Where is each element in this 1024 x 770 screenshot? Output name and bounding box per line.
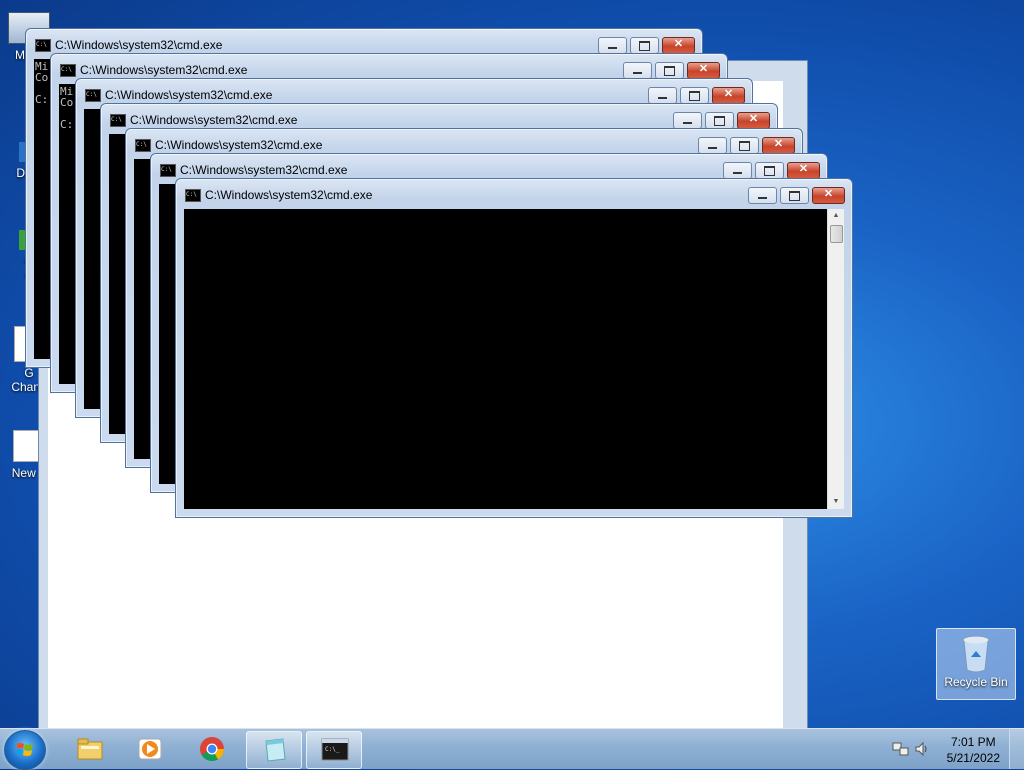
cmd-window-title: C:\Windows\system32\cmd.exe: [130, 113, 298, 127]
scroll-thumb[interactable]: [830, 225, 843, 243]
cmd-window-title: C:\Windows\system32\cmd.exe: [155, 138, 323, 152]
close-button[interactable]: [737, 112, 770, 129]
close-button[interactable]: [687, 62, 720, 79]
volume-icon[interactable]: [914, 741, 930, 757]
cmd-window-title: C:\Windows\system32\cmd.exe: [180, 163, 348, 177]
scroll-down-icon[interactable]: ▼: [828, 495, 844, 509]
system-tray: 7:01 PM 5/21/2022: [884, 729, 1024, 769]
cmd-window-icon: C:\: [35, 39, 51, 52]
clock[interactable]: 7:01 PM 5/21/2022: [947, 734, 1000, 766]
show-desktop-button[interactable]: [1009, 729, 1024, 769]
cmd-window-icon: C:\: [160, 164, 176, 177]
clock-date: 5/21/2022: [946, 751, 1000, 765]
cmd-window-icon: C:\: [60, 64, 76, 77]
cmd-window-title: C:\Windows\system32\cmd.exe: [105, 88, 273, 102]
maximize-button[interactable]: [705, 112, 734, 129]
cmd-window-icon: C:\: [185, 189, 201, 202]
taskbar-media-player[interactable]: [122, 731, 176, 767]
taskbar-command-prompt[interactable]: C:\_: [306, 731, 362, 769]
notepad-icon: [265, 738, 286, 762]
maximize-button[interactable]: [755, 162, 784, 179]
cmd-titlebar[interactable]: C:\ C:\Windows\system32\cmd.exe: [26, 29, 702, 54]
cmd-icon: C:\_: [321, 738, 349, 761]
maximize-button[interactable]: [680, 87, 709, 104]
cmd-titlebar[interactable]: C:\ C:\Windows\system32\cmd.exe: [151, 154, 827, 179]
chrome-icon: [200, 737, 224, 762]
close-button[interactable]: [787, 162, 820, 179]
cmd-window-title: C:\Windows\system32\cmd.exe: [55, 38, 223, 52]
maximize-button[interactable]: [730, 137, 759, 154]
close-button[interactable]: [662, 37, 695, 54]
folder-icon: [77, 738, 103, 760]
minimize-button[interactable]: [723, 162, 752, 179]
minimize-button[interactable]: [598, 37, 627, 54]
cmd-window-title: C:\Windows\system32\cmd.exe: [205, 188, 373, 202]
media-player-icon: [138, 738, 162, 760]
windows-logo-icon: [16, 743, 33, 756]
cmd-window-icon: C:\: [85, 89, 101, 102]
scroll-up-icon[interactable]: ▲: [828, 209, 844, 223]
cmd-window[interactable]: C:\C:\Windows\system32\cmd.exe▲▼: [175, 178, 853, 518]
recycle-bin[interactable]: Recycle Bin: [936, 628, 1016, 700]
maximize-button[interactable]: [780, 187, 809, 204]
maximize-button[interactable]: [655, 62, 684, 79]
close-button[interactable]: [812, 187, 845, 204]
minimize-button[interactable]: [648, 87, 677, 104]
close-button[interactable]: [762, 137, 795, 154]
taskbar-chrome[interactable]: [184, 731, 238, 767]
cmd-window-icon: C:\: [135, 139, 151, 152]
taskbar-notepad[interactable]: [246, 731, 302, 769]
start-button[interactable]: [4, 730, 46, 770]
recycle-bin-label: Recycle Bin: [944, 675, 1008, 689]
taskbar-file-explorer[interactable]: [62, 731, 116, 767]
close-button[interactable]: [712, 87, 745, 104]
vertical-scrollbar[interactable]: ▲▼: [827, 209, 844, 509]
cmd-titlebar[interactable]: C:\ C:\Windows\system32\cmd.exe: [76, 79, 752, 104]
network-icon[interactable]: [892, 741, 910, 757]
cmd-titlebar[interactable]: C:\ C:\Windows\system32\cmd.exe: [101, 104, 777, 129]
minimize-button[interactable]: [698, 137, 727, 154]
console-output[interactable]: [184, 209, 828, 509]
svg-text:C:\_: C:\_: [325, 746, 340, 753]
cmd-titlebar[interactable]: C:\ C:\Windows\system32\cmd.exe: [126, 129, 802, 154]
clock-time: 7:01 PM: [950, 735, 996, 749]
minimize-button[interactable]: [623, 62, 652, 79]
maximize-button[interactable]: [630, 37, 659, 54]
cmd-window-icon: C:\: [110, 114, 126, 127]
recycle-bin-icon: [961, 635, 991, 673]
cmd-window-title: C:\Windows\system32\cmd.exe: [80, 63, 248, 77]
cmd-titlebar[interactable]: C:\ C:\Windows\system32\cmd.exe: [51, 54, 727, 79]
taskbar: C:\_ 7:01 PM 5/21/2022: [0, 728, 1024, 770]
minimize-button[interactable]: [748, 187, 777, 204]
minimize-button[interactable]: [673, 112, 702, 129]
cmd-titlebar[interactable]: C:\ C:\Windows\system32\cmd.exe: [176, 179, 852, 204]
